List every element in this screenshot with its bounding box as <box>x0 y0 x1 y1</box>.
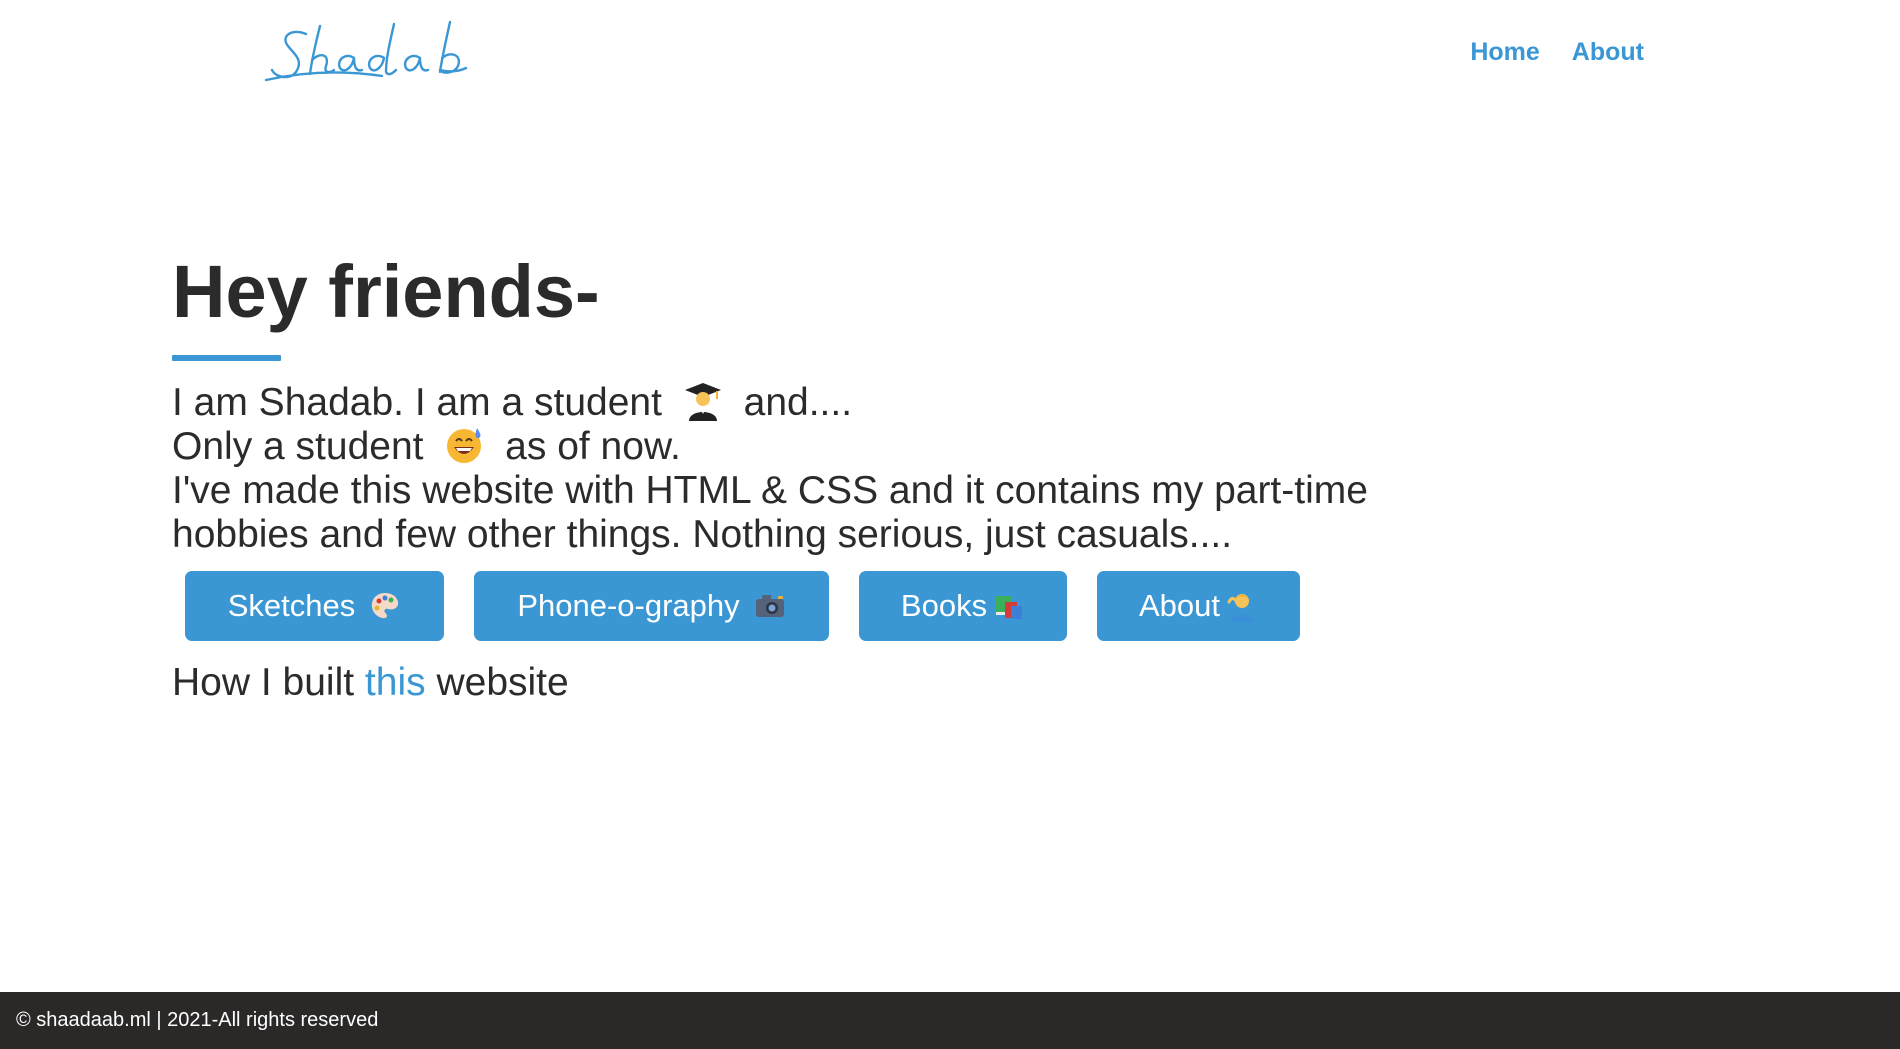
intro-line-2-end: as of now. <box>505 425 681 468</box>
built-note: How I built this website <box>172 661 1472 705</box>
heading-underline <box>172 355 281 361</box>
logo-signature <box>264 20 468 82</box>
main-content: Hey friends- I am Shadab. I am a student… <box>172 250 1472 705</box>
site-logo[interactable] <box>262 12 512 92</box>
built-this-link[interactable]: this <box>365 661 426 704</box>
site-footer: © shaadaab.ml | 2021-All rights reserved <box>0 992 1900 1049</box>
nav-home-link[interactable]: Home <box>1470 38 1539 67</box>
phoneography-button-label: Phone-o-graphy <box>517 588 740 623</box>
palette-icon <box>369 590 401 622</box>
page: Home About Hey friends- I am Shadab. I a… <box>0 0 1900 1049</box>
camera-icon <box>754 590 786 622</box>
intro-line-4: hobbies and few other things. Nothing se… <box>172 513 1233 556</box>
page-heading: Hey friends- <box>172 250 600 333</box>
sketches-button[interactable]: Sketches <box>185 571 444 641</box>
grinning-sweat-emoji-icon <box>444 425 484 465</box>
intro-line-1-end: and.... <box>743 381 853 424</box>
built-text-before: How I built <box>172 661 355 704</box>
intro-line-1-start: I am Shadab. I am a student <box>172 381 662 424</box>
intro-line-2: Only a student as of now. <box>172 425 1472 469</box>
built-text-after: website <box>436 661 569 704</box>
person-icon <box>1226 590 1258 622</box>
books-button[interactable]: Books <box>859 571 1067 641</box>
section-buttons: Sketches Phone-o-graphy Books About <box>185 571 1472 641</box>
phoneography-button[interactable]: Phone-o-graphy <box>474 571 829 641</box>
nav-about-link[interactable]: About <box>1572 38 1644 67</box>
footer-copyright: © shaadaab.ml | 2021-All rights reserved <box>16 1009 379 1031</box>
books-icon <box>993 590 1025 622</box>
about-button-label: About <box>1138 588 1220 623</box>
about-button[interactable]: About <box>1097 571 1300 641</box>
intro-line-2-start: Only a student <box>172 425 424 468</box>
books-button-label: Books <box>900 588 988 623</box>
intro-line-1: I am Shadab. I am a student and.... <box>172 381 1472 425</box>
main-nav: Home About <box>1470 38 1644 67</box>
intro-line-3: I've made this website with HTML & CSS a… <box>172 469 1368 512</box>
intro-text: I am Shadab. I am a student and.... Only… <box>172 381 1472 557</box>
student-emoji-icon <box>683 381 723 421</box>
sketches-button-label: Sketches <box>227 588 356 623</box>
